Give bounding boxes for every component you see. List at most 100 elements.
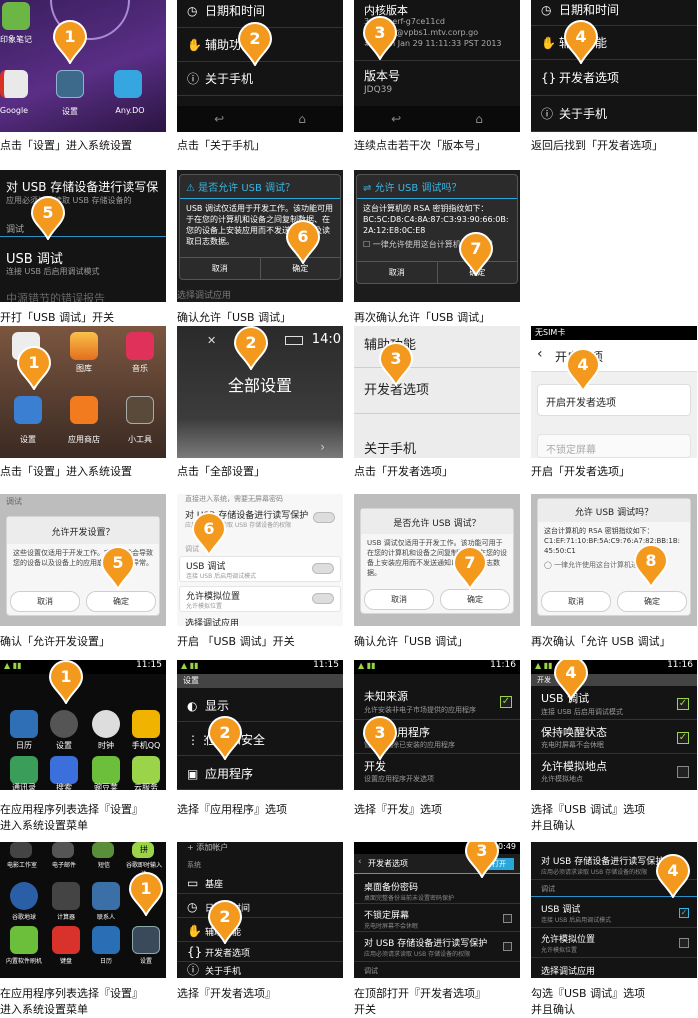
cancel-button[interactable]: 取消 bbox=[357, 262, 437, 283]
usb-debugging-checkbox[interactable]: ✓ bbox=[679, 908, 689, 918]
calendar-app-icon[interactable] bbox=[10, 710, 38, 738]
usb-debugging-row[interactable]: USB 调试 连接 USB 后启用调试模式 ✓ bbox=[531, 900, 697, 928]
add-account-row[interactable]: + 添加帐户 bbox=[177, 842, 343, 856]
back-arrow-icon[interactable]: ‹ bbox=[537, 346, 543, 362]
cloud-app-icon[interactable] bbox=[132, 756, 160, 784]
google-earth-app-icon[interactable] bbox=[10, 882, 38, 910]
usb-debugging-row[interactable]: USB 调试 连接 USB 后启用调试模式 bbox=[179, 556, 341, 582]
mock-location-checkbox[interactable] bbox=[677, 766, 689, 778]
anydo-app-icon[interactable] bbox=[114, 70, 142, 98]
stay-awake-row[interactable]: 保持唤醒状态 充电时屏幕不会休眠 ✓ bbox=[531, 722, 697, 754]
back-arrow-icon[interactable]: ‹ bbox=[358, 857, 362, 867]
backup-password-row[interactable]: 桌面备份密码 桌面完整备份当前未设置密码保护 bbox=[354, 878, 520, 904]
settings-row-developer-options[interactable]: {} 开发者选项 bbox=[177, 942, 343, 962]
usb-storage-protect-row[interactable]: 对 USB 存储设备进行读写保护 应用必须请求读取 USB 存储设备的权限 bbox=[354, 934, 520, 962]
gallery-app-icon[interactable] bbox=[70, 332, 98, 360]
mock-location-checkbox[interactable] bbox=[679, 938, 689, 948]
mock-location-row[interactable]: 允许模拟位置 允许模拟位置 bbox=[179, 586, 341, 612]
unknown-sources-row[interactable]: 未知来源 允许安装非电子市场提供的应用程序 ✓ bbox=[354, 686, 520, 720]
search-app-icon[interactable] bbox=[50, 756, 78, 784]
back-icon[interactable]: ↩ bbox=[391, 112, 401, 126]
widgets-folder-icon[interactable] bbox=[126, 396, 154, 424]
gmail-app-icon[interactable] bbox=[0, 70, 28, 98]
wandoujia-app-icon[interactable] bbox=[92, 756, 120, 784]
unknown-sources-checkbox[interactable]: ✓ bbox=[500, 696, 512, 708]
settings-row-about-phone[interactable]: ⓘ 关于手机 bbox=[531, 98, 697, 132]
settings-row-date-time[interactable]: ◷日期和时间 bbox=[177, 896, 343, 918]
select-debug-app-row[interactable]: 选择调试应用 bbox=[185, 616, 239, 626]
step-r4c2: 直接进入系统，需要无屏幕密码 对 USB 存储设备进行读写保护 应用必须请求读取… bbox=[177, 494, 343, 656]
home-icon[interactable]: ⌂ bbox=[298, 112, 306, 126]
status-time: 11:15 bbox=[313, 660, 339, 670]
settings-row-developer-options[interactable]: {} 开发者选项 bbox=[531, 62, 697, 96]
stay-awake-checkbox[interactable] bbox=[503, 914, 512, 923]
build-number-row[interactable]: 版本号 JDQ39 bbox=[354, 60, 520, 100]
settings-row-about-phone[interactable]: 关于手机 bbox=[354, 440, 520, 458]
movie-studio-app-icon[interactable] bbox=[10, 842, 32, 858]
settings-row-dock[interactable]: ▭ 基座 bbox=[177, 872, 343, 894]
development-row[interactable]: 开发 设置应用程序开发选项 bbox=[354, 756, 520, 788]
usb-debugging-row[interactable]: USB 调试 连接 USB 后启用调试模式 bbox=[0, 240, 166, 280]
app-label: 短信 bbox=[97, 862, 110, 869]
mock-location-row[interactable]: 允许模拟位置 允许模拟位置 bbox=[531, 930, 697, 958]
select-debug-app-row[interactable]: 选择调试应用 bbox=[177, 288, 231, 301]
cancel-button[interactable]: 取消 bbox=[541, 591, 611, 612]
settings-row-location-security[interactable]: ⋮⋮位置和安全 bbox=[177, 724, 343, 756]
settings-app-icon[interactable] bbox=[50, 710, 78, 738]
ok-button[interactable]: 确定 bbox=[86, 591, 156, 612]
settings-row-accessibility[interactable]: ✋辅助功能 bbox=[531, 28, 697, 60]
back-icon[interactable]: ↩ bbox=[214, 112, 224, 126]
music-app-icon[interactable] bbox=[126, 332, 154, 360]
mock-location-row[interactable]: 允许模拟地点 允许模拟地点 bbox=[531, 756, 697, 788]
settings-row-about-phone[interactable]: ⓘ 关于手机 bbox=[177, 64, 343, 96]
row-label: 关于手机 bbox=[205, 967, 242, 977]
select-debug-app-row[interactable]: 选择调试应用 bbox=[541, 964, 595, 977]
home-icon[interactable]: ⌂ bbox=[475, 112, 483, 126]
step-caption: 点击「关于手机」 bbox=[177, 139, 265, 152]
bug-report-row[interactable]: 中源错节的错误报告 bbox=[6, 290, 105, 302]
settings-row-applications[interactable]: ▣ 应用程序 bbox=[177, 758, 343, 790]
recycle-app-icon[interactable] bbox=[10, 926, 38, 954]
qq-app-icon[interactable] bbox=[132, 710, 160, 738]
settings-row-accessibility[interactable]: ✋辅助功能 bbox=[177, 920, 343, 942]
clock-app-icon[interactable] bbox=[92, 710, 120, 738]
ok-button[interactable]: 确定 bbox=[617, 591, 687, 612]
usb-debugging-toggle[interactable] bbox=[312, 563, 334, 574]
contacts-app-icon[interactable] bbox=[10, 756, 38, 784]
usb-storage-protect-checkbox[interactable] bbox=[503, 942, 512, 951]
keyboard-app-icon[interactable] bbox=[52, 926, 80, 954]
step-marker: 6 bbox=[191, 512, 227, 556]
settings-app-icon[interactable] bbox=[132, 926, 160, 954]
app-store-icon[interactable] bbox=[70, 396, 98, 424]
app-label: 日历 bbox=[99, 958, 112, 965]
settings-app-icon[interactable] bbox=[56, 70, 84, 98]
ok-button[interactable]: 确定 bbox=[440, 589, 510, 610]
enable-developer-options-row[interactable]: 开启开发者选项 bbox=[537, 384, 691, 416]
settings-row-date-time[interactable]: ◷日期和时间 bbox=[531, 0, 697, 26]
email-app-icon[interactable] bbox=[52, 842, 74, 858]
stay-awake-row[interactable]: 不锁定屏幕 充电时屏幕不会休眠 bbox=[354, 906, 520, 932]
cancel-button[interactable]: 取消 bbox=[180, 258, 260, 279]
settings-row-about-phone[interactable]: ⓘ 关于手机 bbox=[177, 962, 343, 978]
tutorial-grid: 印象笔记 Google 设置 Any.DO 1 点击「设置」进入系统设置 ◷ 日期… bbox=[0, 0, 698, 1018]
row-sublabel: 桌面完整备份当前未设置密码保护 bbox=[364, 895, 455, 902]
step-marker: 4 bbox=[563, 20, 599, 64]
cancel-button[interactable]: 取消 bbox=[364, 589, 434, 610]
all-settings-title[interactable]: 全部设置 bbox=[177, 372, 343, 396]
calendar-app-icon[interactable] bbox=[92, 926, 120, 954]
calculator-app-icon[interactable] bbox=[52, 882, 80, 910]
stay-awake-checkbox[interactable]: ✓ bbox=[677, 732, 689, 744]
evernote-app-icon[interactable] bbox=[2, 2, 30, 30]
app-label: 联系人 bbox=[96, 914, 115, 921]
settings-row-display[interactable]: ◐ 显示 bbox=[177, 690, 343, 722]
cancel-button[interactable]: 取消 bbox=[10, 591, 80, 612]
contacts-app-icon[interactable] bbox=[92, 882, 120, 910]
usb-debugging-checkbox[interactable]: ✓ bbox=[677, 698, 689, 710]
settings-app-icon[interactable] bbox=[14, 396, 42, 424]
usb-storage-protect-toggle[interactable] bbox=[313, 512, 335, 523]
step-caption: 确认「允许开发设置」 bbox=[0, 635, 110, 648]
stay-awake-row[interactable]: 不锁定屏幕 bbox=[537, 434, 691, 458]
mock-location-toggle[interactable] bbox=[312, 593, 334, 604]
messaging-app-icon[interactable] bbox=[92, 842, 114, 858]
chevron-right-icon: › bbox=[320, 440, 325, 454]
